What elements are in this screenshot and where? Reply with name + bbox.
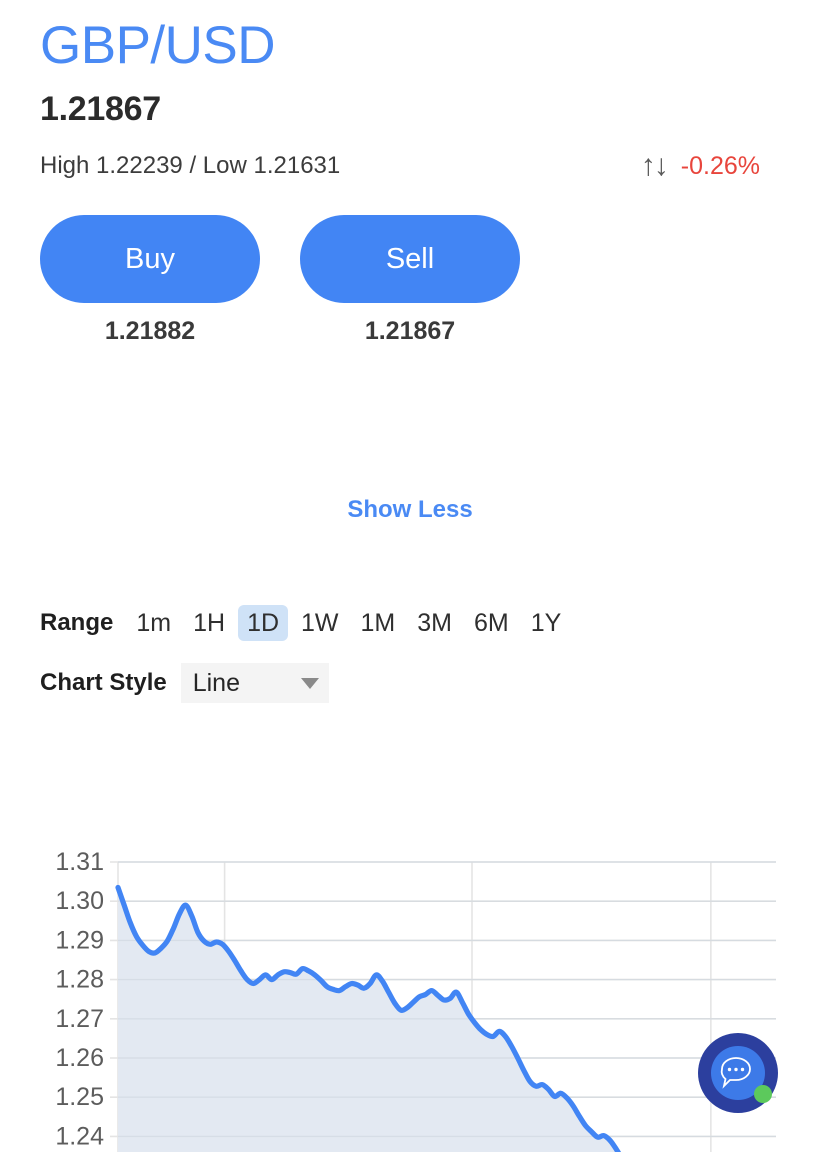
change-group: ↑↓ -0.26% [641,151,760,181]
chart-area-fill [118,887,776,1152]
sell-column: Sell 1.21867 [300,215,520,346]
y-axis-tick-label: 1.27 [55,1005,104,1033]
show-less-wrap: Show Less [0,496,820,524]
buy-button[interactable]: Buy [40,215,260,304]
y-axis-tick-label: 1.25 [55,1083,104,1111]
price-chart-svg: 1.31 1.30 1.29 1.28 1.27 1.26 1.25 1.24 [55,848,776,1152]
chat-widget-button[interactable] [698,1033,778,1113]
high-low-row: High 1.22239 / Low 1.21631 ↑↓ -0.26% [40,151,780,181]
y-axis-tick-label: 1.24 [55,1122,104,1150]
range-option-1m[interactable]: 1M [352,605,405,641]
y-axis-tick-label: 1.28 [55,966,104,994]
range-options: 1m 1H 1D 1W 1M 3M 6M 1Y [127,604,574,641]
sell-price: 1.21867 [364,317,456,346]
chart-controls: Range 1m 1H 1D 1W 1M 3M 6M 1Y Chart Style Line [0,600,820,706]
y-axis-tick-label: 1.29 [55,926,104,954]
buy-price: 1.21882 [104,317,196,346]
range-option-3m[interactable]: 3M [408,605,461,641]
online-status-dot [754,1085,772,1103]
range-option-1m[interactable]: 1m [127,605,180,641]
range-option-6m[interactable]: 6M [465,605,518,641]
range-option-1y[interactable]: 1Y [522,605,571,641]
range-row: Range 1m 1H 1D 1W 1M 3M 6M 1Y [40,600,780,646]
arrow-up-down-icon: ↑↓ [640,149,669,183]
range-label: Range [40,609,114,637]
price-chart[interactable]: 1.31 1.30 1.29 1.28 1.27 1.26 1.25 1.24 [0,845,820,1152]
range-option-1h[interactable]: 1H [184,605,234,641]
chevron-down-icon [300,677,319,689]
show-less-link[interactable]: Show Less [347,496,472,524]
y-axis-tick-label: 1.26 [55,1044,104,1072]
page-title: GBP/USD [40,16,276,75]
last-price: 1.21867 [40,90,161,129]
buy-column: Buy 1.21882 [40,215,260,346]
y-axis-tick-label: 1.31 [55,848,104,876]
change-percent: -0.26% [680,151,760,180]
sell-button[interactable]: Sell [300,215,520,304]
trade-buttons-row: Buy 1.21882 Sell 1.21867 [0,181,820,346]
quote-header: GBP/USD 1.21867 High 1.22239 / Low 1.216… [0,0,820,181]
high-low-text: High 1.22239 / Low 1.21631 [40,152,341,180]
chart-style-select[interactable]: Line [180,663,329,704]
chart-style-value: Line [192,668,240,697]
chart-style-row: Chart Style Line [40,660,780,706]
chart-style-label: Chart Style [40,669,167,697]
chat-bubble-icon [720,1057,751,1089]
y-axis-tick-label: 1.30 [55,887,104,915]
range-option-1w[interactable]: 1W [292,605,348,641]
range-option-1d[interactable]: 1D [238,604,289,641]
